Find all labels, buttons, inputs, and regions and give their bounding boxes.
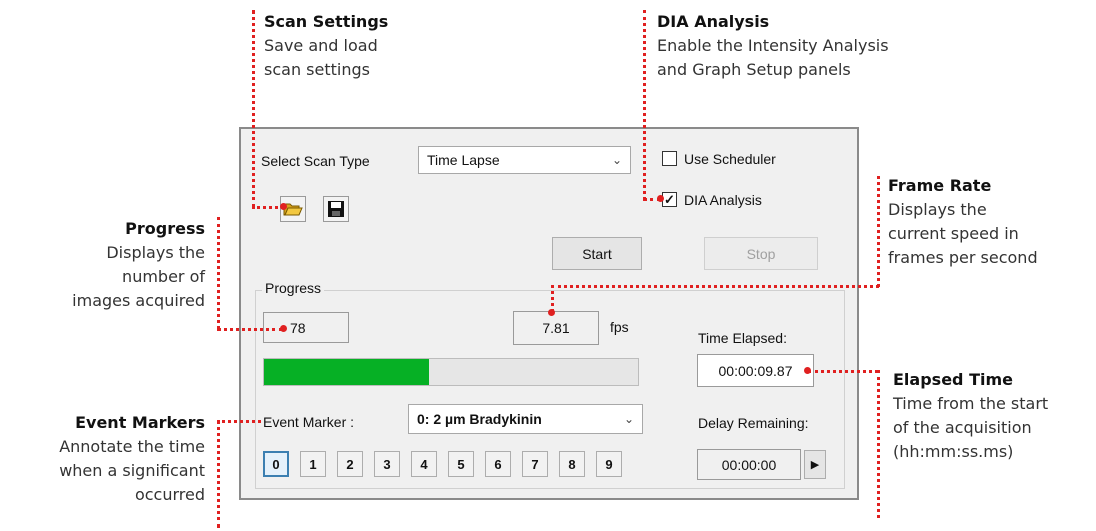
event-marker-button-9[interactable]: 9: [596, 451, 622, 477]
progress-group-label: Progress: [262, 280, 325, 296]
fps-unit-label: fps: [610, 319, 629, 335]
event-marker-button-2[interactable]: 2: [337, 451, 363, 477]
callout-progress: Progress Displays the number of images a…: [20, 217, 205, 313]
connector-line: [217, 328, 283, 331]
dia-analysis-label: DIA Analysis: [684, 192, 762, 208]
delay-remaining-label: Delay Remaining:: [698, 415, 809, 431]
event-marker-value: 0: 2 µm Bradykinin: [417, 411, 542, 427]
start-button[interactable]: Start: [552, 237, 642, 270]
acquisition-progress-bar: [263, 358, 639, 386]
delay-remaining-field: 00:00:00: [697, 449, 801, 480]
event-marker-button-4[interactable]: 4: [411, 451, 437, 477]
event-marker-button-7[interactable]: 7: [522, 451, 548, 477]
connector-line: [877, 176, 880, 287]
connector-line: [217, 420, 220, 528]
connector-line: [877, 370, 880, 518]
fps-field: 7.81: [513, 311, 599, 345]
event-marker-button-1[interactable]: 1: [300, 451, 326, 477]
chevron-down-icon: ⌄: [611, 153, 622, 167]
callout-description: Time from the start of the acquisition (…: [893, 394, 1049, 461]
use-scheduler-label: Use Scheduler: [684, 151, 776, 167]
callout-title: Elapsed Time: [893, 370, 1013, 389]
connector-dot: [657, 195, 664, 202]
play-icon: ▶: [810, 459, 820, 471]
event-marker-button-6[interactable]: 6: [485, 451, 511, 477]
callout-description: Enable the Intensity Analysis and Graph …: [657, 36, 889, 79]
floppy-disk-icon: [328, 201, 344, 217]
connector-line: [808, 370, 878, 373]
connector-line: [551, 285, 554, 312]
callout-title: Scan Settings: [264, 12, 389, 31]
event-marker-button-8[interactable]: 8: [559, 451, 585, 477]
connector-line: [217, 420, 261, 423]
callout-description: Save and load scan settings: [264, 36, 378, 79]
scan-type-select[interactable]: Time Lapse ⌄: [418, 146, 631, 174]
event-marker-buttons: 0123456789: [263, 451, 643, 481]
use-scheduler-checkbox[interactable]: [662, 151, 677, 166]
progress-bar-fill: [264, 359, 429, 385]
callout-title: Frame Rate: [888, 176, 992, 195]
select-scan-type-label: Select Scan Type: [261, 153, 370, 169]
callout-title: Event Markers: [75, 413, 205, 432]
event-marker-button-0[interactable]: 0: [263, 451, 289, 477]
delay-remaining-value: 00:00:00: [721, 456, 777, 473]
save-settings-button[interactable]: [323, 196, 349, 222]
callout-event-markers: Event Markers Annotate the time when a s…: [10, 411, 205, 507]
callout-description: Displays the current speed in frames per…: [888, 200, 1038, 267]
connector-line: [643, 10, 646, 200]
scan-type-value: Time Lapse: [427, 152, 500, 168]
event-marker-button-3[interactable]: 3: [374, 451, 400, 477]
dia-analysis-checkbox[interactable]: ✓: [662, 192, 677, 207]
event-marker-label: Event Marker :: [263, 414, 355, 430]
connector-line: [217, 217, 220, 329]
connector-line: [551, 285, 879, 288]
event-marker-select[interactable]: 0: 2 µm Bradykinin ⌄: [408, 404, 643, 434]
callout-description: Annotate the time when a significant occ…: [59, 437, 205, 504]
fps-value: 7.81: [542, 320, 570, 336]
time-elapsed-label: Time Elapsed:: [698, 330, 787, 346]
stop-button[interactable]: Stop: [704, 237, 818, 270]
callout-frame-rate: Frame Rate Displays the current speed in…: [888, 174, 1093, 270]
connector-dot: [280, 203, 287, 210]
time-elapsed-field: 00:00:09.87: [697, 354, 814, 387]
callout-scan-settings: Scan Settings Save and load scan setting…: [264, 10, 464, 82]
callout-elapsed-time: Elapsed Time Time from the start of the …: [893, 368, 1093, 464]
chevron-down-icon: ⌄: [623, 412, 634, 426]
connector-dot: [804, 367, 811, 374]
checkmark-icon: ✓: [664, 192, 675, 207]
time-elapsed-value: 00:00:09.87: [718, 362, 793, 379]
connector-line: [252, 10, 255, 208]
callout-title: Progress: [125, 219, 205, 238]
connector-dot: [548, 309, 555, 316]
callout-dia-analysis: DIA Analysis Enable the Intensity Analys…: [657, 10, 977, 82]
callout-description: Displays the number of images acquired: [72, 243, 205, 310]
connector-dot: [280, 325, 287, 332]
delay-play-button[interactable]: ▶: [804, 450, 826, 479]
event-marker-button-5[interactable]: 5: [448, 451, 474, 477]
callout-title: DIA Analysis: [657, 12, 770, 31]
